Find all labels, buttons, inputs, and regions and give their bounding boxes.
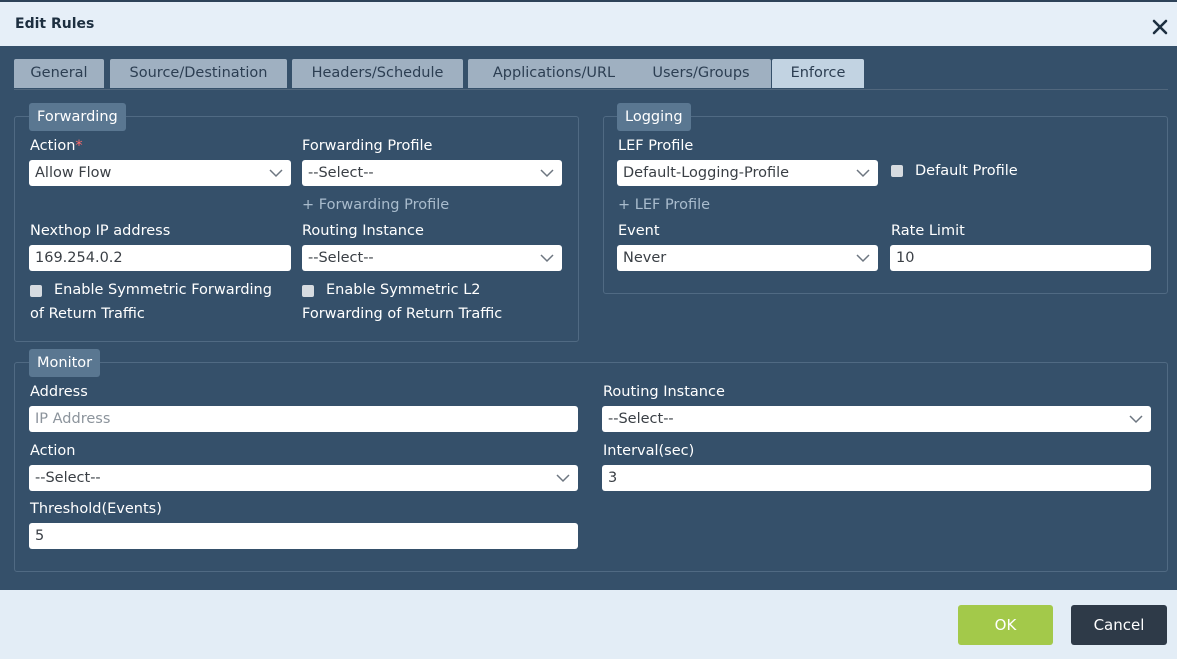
forwarding-profile-value: --Select--	[308, 165, 374, 181]
tab-enforce[interactable]: Enforce	[772, 59, 864, 88]
event-value: Never	[623, 250, 667, 266]
dialog-footer: OK Cancel	[0, 590, 1177, 659]
threshold-input[interactable]: 5	[29, 523, 578, 549]
symmetric-forwarding-label-line1: Enable Symmetric Forwarding	[54, 282, 272, 298]
logging-legend: Logging	[617, 103, 691, 131]
symmetric-forwarding-checkbox[interactable]	[30, 285, 42, 297]
monitor-action-value: --Select--	[35, 470, 101, 486]
add-lef-profile-link[interactable]: + LEF Profile	[618, 197, 710, 213]
forwarding-legend: Forwarding	[29, 103, 126, 131]
event-select[interactable]: Never	[617, 245, 878, 271]
monitor-address-input[interactable]: IP Address	[29, 406, 578, 432]
required-marker: *	[75, 138, 83, 154]
symmetric-l2-checkbox[interactable]	[302, 285, 314, 297]
monitor-action-select[interactable]: --Select--	[29, 465, 578, 491]
forwarding-action-label: Action*	[30, 138, 83, 154]
cancel-button[interactable]: Cancel	[1071, 605, 1167, 645]
tab-users-groups[interactable]: Users/Groups	[631, 59, 771, 88]
default-profile-checkbox[interactable]	[891, 165, 903, 177]
chevron-down-icon	[1129, 415, 1143, 424]
chevron-down-icon	[856, 169, 870, 178]
ok-button[interactable]: OK	[958, 605, 1053, 645]
nexthop-label: Nexthop IP address	[30, 223, 171, 239]
forwarding-action-value: Allow Flow	[35, 165, 112, 181]
forwarding-profile-label: Forwarding Profile	[302, 138, 433, 154]
close-icon[interactable]	[1150, 17, 1170, 37]
monitor-address-label: Address	[30, 384, 88, 400]
forwarding-routing-value: --Select--	[308, 250, 374, 266]
monitor-legend: Monitor	[29, 349, 101, 377]
chevron-down-icon	[540, 169, 554, 178]
forwarding-routing-select[interactable]: --Select--	[302, 245, 562, 271]
tab-applications-url[interactable]: Applications/URL	[468, 59, 640, 88]
threshold-label: Threshold(Events)	[30, 501, 162, 517]
chevron-down-icon	[540, 254, 554, 263]
forwarding-action-select[interactable]: Allow Flow	[29, 160, 291, 186]
symmetric-forwarding-label-line2: of Return Traffic	[30, 306, 145, 322]
lef-profile-select[interactable]: Default-Logging-Profile	[617, 160, 878, 186]
rate-limit-label: Rate Limit	[891, 223, 965, 239]
dialog-body: General Source/Destination Headers/Sched…	[0, 46, 1177, 590]
lef-profile-label: LEF Profile	[618, 138, 694, 154]
monitor-routing-select[interactable]: --Select--	[602, 406, 1151, 432]
interval-input[interactable]: 3	[602, 465, 1151, 491]
forwarding-routing-label: Routing Instance	[302, 223, 424, 239]
default-profile-label: Default Profile	[915, 163, 1018, 179]
event-label: Event	[618, 223, 660, 239]
chevron-down-icon	[556, 474, 570, 483]
tab-general[interactable]: General	[14, 59, 104, 88]
add-forwarding-profile-link[interactable]: + Forwarding Profile	[302, 197, 449, 213]
monitor-routing-value: --Select--	[608, 411, 674, 427]
dialog-title: Edit Rules	[15, 16, 95, 32]
symmetric-l2-label-line2: Forwarding of Return Traffic	[302, 306, 503, 322]
chevron-down-icon	[269, 169, 283, 178]
lef-profile-value: Default-Logging-Profile	[623, 165, 790, 181]
nexthop-input[interactable]: 169.254.0.2	[29, 245, 291, 271]
monitor-routing-label: Routing Instance	[603, 384, 725, 400]
rate-limit-input[interactable]: 10	[890, 245, 1151, 271]
interval-label: Interval(sec)	[603, 443, 695, 459]
chevron-down-icon	[856, 254, 870, 263]
symmetric-l2-label-line1: Enable Symmetric L2	[326, 282, 481, 298]
tab-source-destination[interactable]: Source/Destination	[110, 59, 287, 88]
dialog-header: Edit Rules	[0, 0, 1177, 46]
tab-headers-schedule[interactable]: Headers/Schedule	[292, 59, 463, 88]
tab-bar: General Source/Destination Headers/Sched…	[14, 59, 1168, 90]
monitor-action-label: Action	[30, 443, 76, 459]
forwarding-profile-select[interactable]: --Select--	[302, 160, 562, 186]
